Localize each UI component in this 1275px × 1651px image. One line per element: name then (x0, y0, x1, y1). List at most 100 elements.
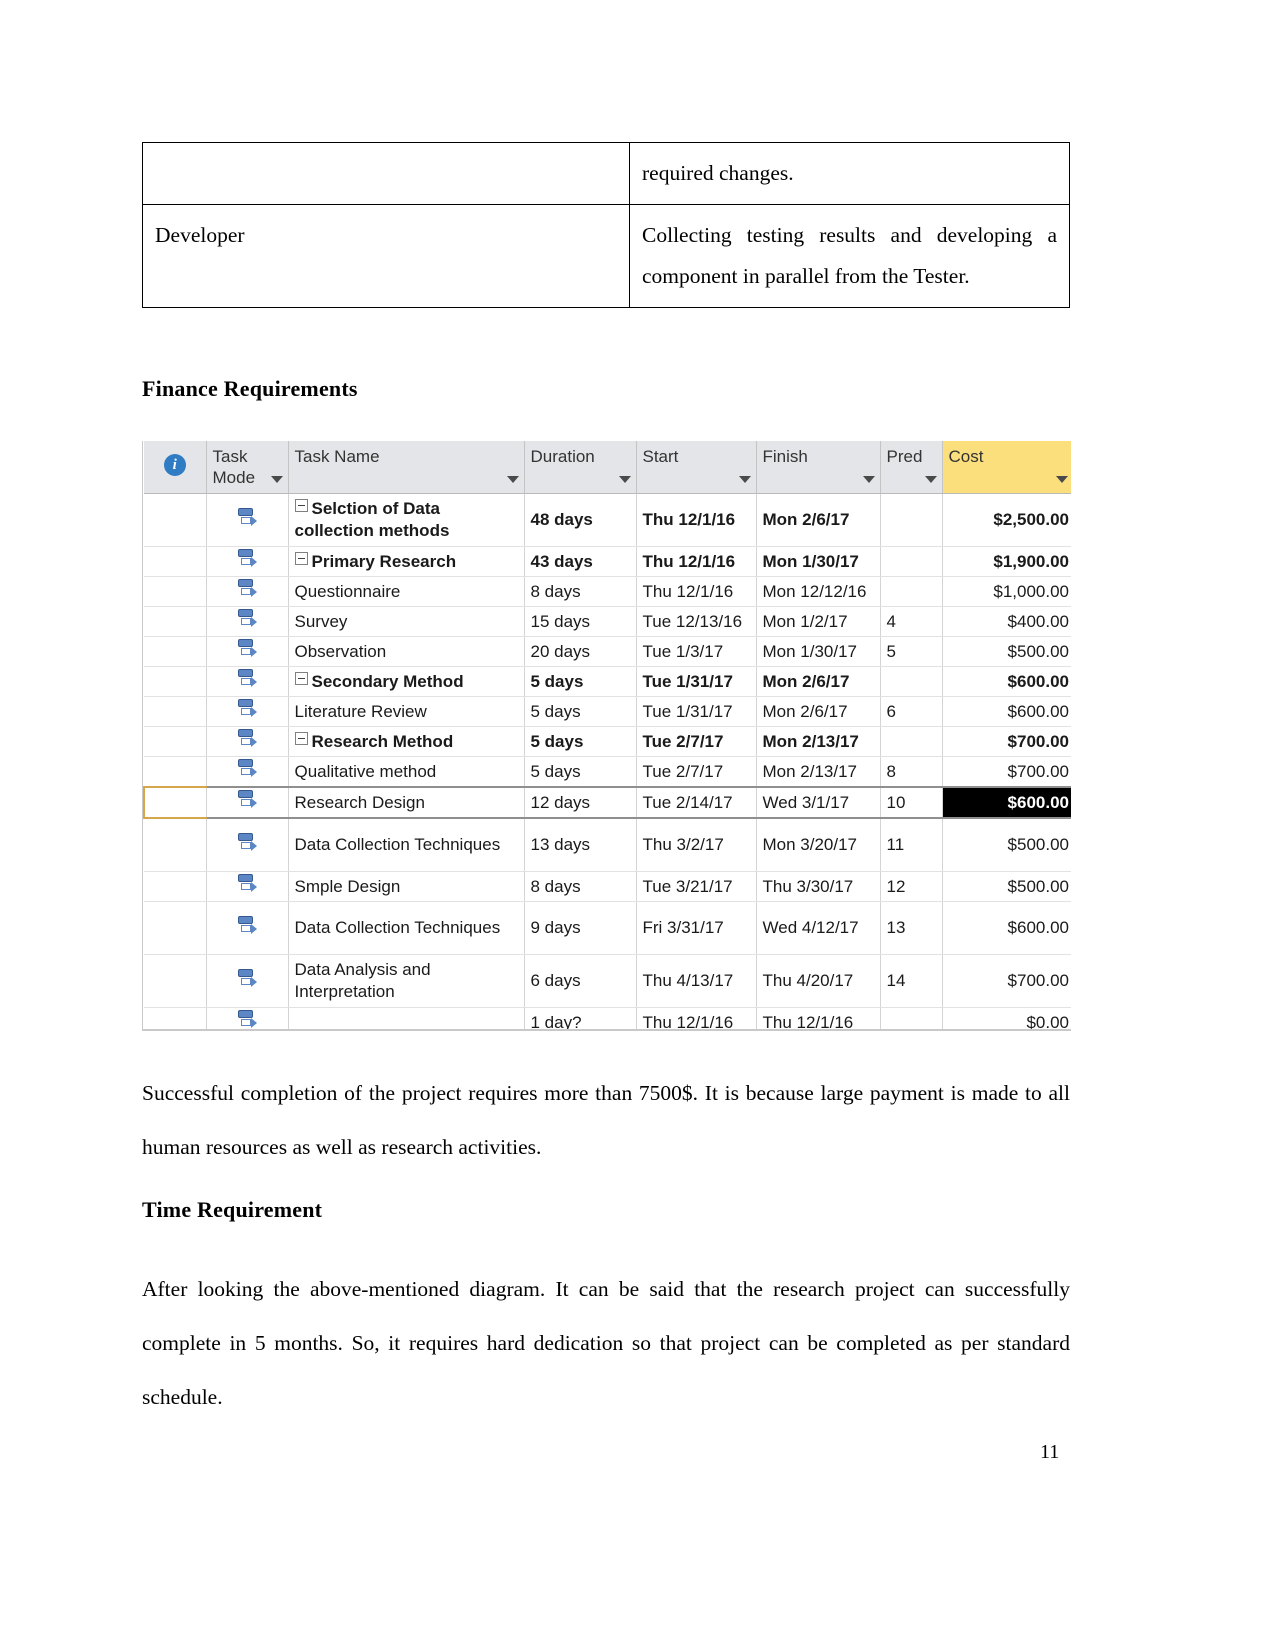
filter-dropdown-icon[interactable] (270, 476, 283, 483)
cell-predecessors[interactable]: 11 (880, 818, 943, 872)
table-row[interactable]: Questionnaire 8 days Thu 12/1/16 Mon 12/12/… (144, 576, 1071, 607)
cell-indicators[interactable] (144, 756, 207, 788)
cell-cost[interactable]: $400.00 (942, 606, 1071, 637)
cell-task-name[interactable]: Smple Design (288, 871, 525, 902)
cell-finish[interactable]: Mon 12/12/16 (756, 576, 881, 607)
cell-task-mode[interactable] (206, 1007, 289, 1031)
filter-dropdown-icon[interactable] (618, 476, 631, 483)
cell-cost[interactable]: $500.00 (942, 636, 1071, 667)
cell-finish[interactable]: Mon 2/13/17 (756, 726, 881, 757)
cell-duration[interactable]: 20 days (524, 636, 637, 667)
cell-cost[interactable]: $1,000.00 (942, 576, 1071, 607)
cell-task-mode[interactable] (206, 786, 289, 819)
table-row[interactable]: Data Collection Techniques 9 days Fri 3/31… (144, 901, 1071, 955)
cell-indicators[interactable] (144, 636, 207, 667)
filter-dropdown-icon[interactable] (1056, 476, 1068, 483)
cell-finish[interactable]: Mon 2/13/17 (756, 756, 881, 788)
collapse-outline-icon[interactable] (294, 671, 308, 685)
cell-start[interactable]: Thu 12/1/16 (636, 1007, 757, 1031)
cell-task-name[interactable]: Questionnaire (288, 576, 525, 607)
table-row[interactable]: Research Design 12 days Tue 2/14/17 Wed 3/1… (143, 786, 1071, 819)
cell-indicators[interactable] (144, 606, 207, 637)
cell-task-name[interactable]: Qualitative method (288, 756, 525, 788)
cell-cost-selected[interactable]: $600.00 (942, 786, 1071, 819)
collapse-outline-icon[interactable] (294, 731, 308, 745)
table-row[interactable]: Secondary Method 5 days Tue 1/31/17 Mon 2/6… (144, 666, 1071, 697)
cell-finish[interactable]: Thu 4/20/17 (756, 954, 881, 1008)
cell-start[interactable]: Thu 3/2/17 (636, 818, 757, 872)
filter-dropdown-icon[interactable] (506, 476, 519, 483)
cell-cost[interactable]: $2,500.00 (942, 493, 1071, 547)
cell-cost[interactable]: $0.00 (942, 1007, 1071, 1031)
cell-task-name[interactable] (288, 1007, 525, 1031)
cell-cost[interactable]: $500.00 (942, 818, 1071, 872)
column-header-cost[interactable]: Cost (942, 441, 1071, 494)
column-header-task-name[interactable]: Task Name (288, 441, 525, 494)
cell-predecessors[interactable]: 10 (880, 786, 943, 819)
cell-indicators[interactable] (144, 818, 207, 872)
cell-duration[interactable]: 1 day? (524, 1007, 637, 1031)
cell-indicators[interactable] (144, 546, 207, 577)
table-row[interactable]: Qualitative method 5 days Tue 2/7/17 Mon 2/… (144, 756, 1071, 788)
cell-task-mode[interactable] (206, 756, 289, 788)
cell-duration[interactable]: 5 days (524, 696, 637, 727)
cell-indicators[interactable] (144, 1007, 207, 1031)
table-row[interactable]: Data Collection Techniques 13 days Thu 3/2… (144, 818, 1071, 872)
cell-finish[interactable]: Mon 1/30/17 (756, 636, 881, 667)
cell-finish[interactable]: Mon 3/20/17 (756, 818, 881, 872)
cell-task-name[interactable]: Literature Review (288, 696, 525, 727)
cell-indicators[interactable] (144, 726, 207, 757)
table-row[interactable]: Primary Research 43 days Thu 12/1/16 Mon 1/… (144, 546, 1071, 577)
column-header-predecessors[interactable]: Pred (880, 441, 943, 494)
column-header-start[interactable]: Start (636, 441, 757, 494)
cell-duration[interactable]: 5 days (524, 726, 637, 757)
cell-task-name[interactable]: Selction of Data collection methods (288, 493, 525, 547)
cell-task-name[interactable]: Primary Research (288, 546, 525, 577)
collapse-outline-icon[interactable] (294, 499, 308, 513)
cell-predecessors[interactable] (880, 493, 943, 547)
cell-cost[interactable]: $600.00 (942, 666, 1071, 697)
cell-indicators[interactable] (144, 954, 207, 1008)
filter-dropdown-icon[interactable] (862, 476, 875, 483)
table-row[interactable]: Observation 20 days Tue 1/3/17 Mon 1/30/17 5… (144, 636, 1071, 667)
cell-start[interactable]: Tue 2/7/17 (636, 756, 757, 788)
cell-task-mode[interactable] (206, 696, 289, 727)
cell-duration[interactable]: 6 days (524, 954, 637, 1008)
cell-finish[interactable]: Wed 4/12/17 (756, 901, 881, 955)
cell-indicators[interactable] (144, 901, 207, 955)
cell-task-mode[interactable] (206, 954, 289, 1008)
cell-predecessors[interactable]: 8 (880, 756, 943, 788)
cell-start[interactable]: Tue 12/13/16 (636, 606, 757, 637)
cell-predecessors[interactable] (880, 546, 943, 577)
cell-task-mode[interactable] (206, 576, 289, 607)
cell-predecessors[interactable] (880, 666, 943, 697)
cell-cost[interactable]: $600.00 (942, 696, 1071, 727)
collapse-outline-icon[interactable] (294, 551, 308, 565)
cell-predecessors[interactable]: 5 (880, 636, 943, 667)
cell-indicators[interactable] (144, 493, 207, 547)
cell-start[interactable]: Tue 3/21/17 (636, 871, 757, 902)
cell-duration[interactable]: 12 days (524, 786, 637, 819)
cell-start[interactable]: Tue 2/7/17 (636, 726, 757, 757)
cell-task-name[interactable]: Data Analysis and Interpretation (288, 954, 525, 1008)
cell-predecessors[interactable] (880, 1007, 943, 1031)
cell-task-mode[interactable] (206, 606, 289, 637)
cell-duration[interactable]: 8 days (524, 576, 637, 607)
cell-duration[interactable]: 5 days (524, 756, 637, 788)
cell-start[interactable]: Thu 12/1/16 (636, 546, 757, 577)
cell-task-name[interactable]: Secondary Method (288, 666, 525, 697)
cell-cost[interactable]: $700.00 (942, 726, 1071, 757)
table-row[interactable]: Smple Design 8 days Tue 3/21/17 Thu 3/30/17… (144, 871, 1071, 902)
cell-start[interactable]: Tue 2/14/17 (636, 786, 757, 819)
cell-duration[interactable]: 5 days (524, 666, 637, 697)
cell-indicators[interactable] (144, 696, 207, 727)
table-row[interactable]: 1 day? Thu 12/1/16 Thu 12/1/16 $0.00 (144, 1007, 1071, 1031)
cell-finish[interactable]: Mon 1/2/17 (756, 606, 881, 637)
cell-duration[interactable]: 9 days (524, 901, 637, 955)
cell-indicators[interactable] (144, 576, 207, 607)
cell-indicators[interactable] (144, 666, 207, 697)
cell-predecessors[interactable]: 6 (880, 696, 943, 727)
table-row[interactable]: Literature Review 5 days Tue 1/31/17 Mon 2/… (144, 696, 1071, 727)
column-header-finish[interactable]: Finish (756, 441, 881, 494)
cell-task-name[interactable]: Data Collection Techniques (288, 818, 525, 872)
